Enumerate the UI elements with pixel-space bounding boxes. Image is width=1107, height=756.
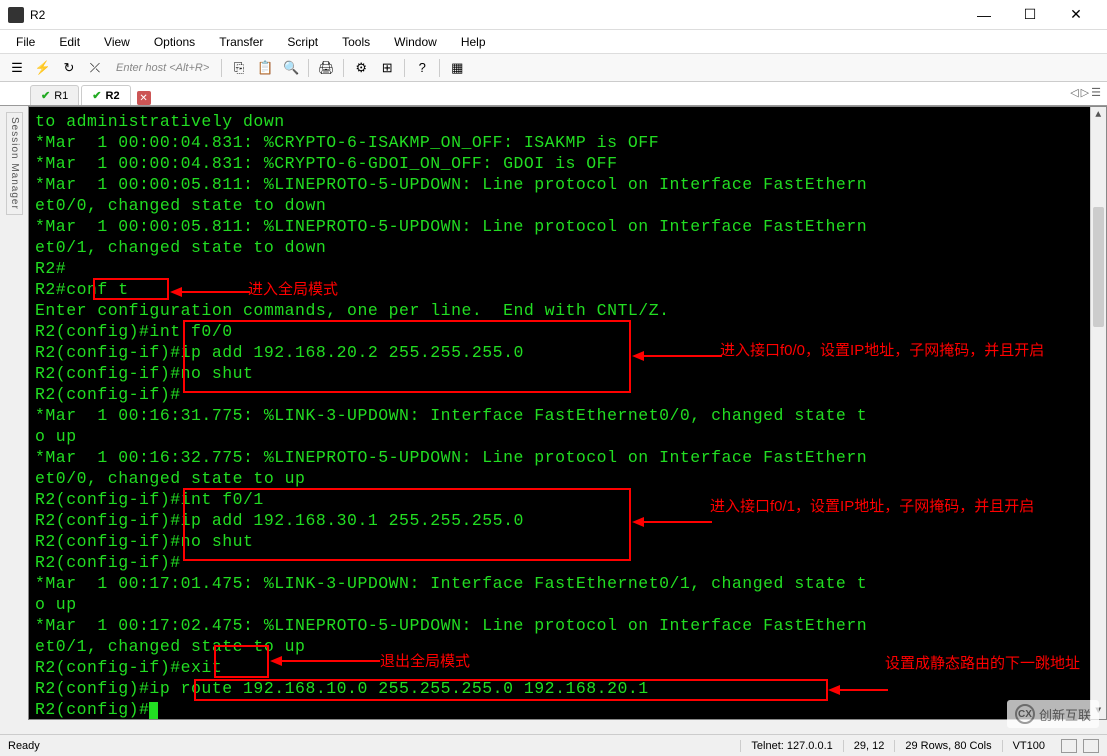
terminal-line: R2(config-if)#no shut	[35, 363, 1100, 384]
terminal-line: R2(config)#	[35, 699, 1100, 720]
maximize-button[interactable]: ☐	[1007, 0, 1053, 30]
terminal-line: R2(config-if)#no shut	[35, 531, 1100, 552]
app-icon	[8, 7, 24, 23]
check-icon: ✔	[41, 89, 50, 102]
tab-prev-icon[interactable]: ◁	[1070, 86, 1078, 99]
terminal-line: o up	[35, 594, 1100, 615]
terminal[interactable]: to administratively down*Mar 1 00:00:04.…	[28, 106, 1107, 720]
terminal-line: R2(config-if)#ip add 192.168.30.1 255.25…	[35, 510, 1100, 531]
terminal-line: R2#conf t	[35, 279, 1100, 300]
toolbar-separator	[221, 59, 222, 77]
window-controls: — ☐ ✕	[961, 0, 1099, 30]
status-num-indicator	[1083, 739, 1099, 753]
menu-script[interactable]: Script	[283, 33, 322, 51]
status-connection: Telnet: 127.0.0.1	[740, 740, 842, 752]
status-size: 29 Rows, 80 Cols	[894, 740, 1001, 752]
status-bar: Ready Telnet: 127.0.0.1 29, 12 29 Rows, …	[0, 734, 1107, 756]
print-icon[interactable]: 🖨	[315, 57, 337, 79]
watermark-text: 创新互联	[1039, 705, 1091, 724]
terminal-line: R2(config-if)#exit	[35, 657, 1100, 678]
status-cursor-pos: 29, 12	[843, 740, 895, 752]
tab-r2[interactable]: ✔ R2	[81, 85, 130, 105]
terminal-line: Enter configuration commands, one per li…	[35, 300, 1100, 321]
scroll-up-icon[interactable]: ▲	[1091, 107, 1106, 123]
find-icon[interactable]: 🔍	[280, 57, 302, 79]
menu-view[interactable]: View	[100, 33, 134, 51]
session-options-icon[interactable]: ⊞	[376, 57, 398, 79]
tab-label: R1	[54, 90, 68, 102]
toolbar-separator	[439, 59, 440, 77]
misc-icon[interactable]: ▦	[446, 57, 468, 79]
close-tab-button[interactable]: ✕	[137, 91, 151, 105]
quick-connect-icon[interactable]: ⚡	[32, 57, 54, 79]
disconnect-icon[interactable]: ⤫	[84, 57, 106, 79]
terminal-line: *Mar 1 00:00:04.831: %CRYPTO-6-GDOI_ON_O…	[35, 153, 1100, 174]
menu-bar: File Edit View Options Transfer Script T…	[0, 30, 1107, 54]
terminal-line: *Mar 1 00:17:02.475: %LINEPROTO-5-UPDOWN…	[35, 615, 1100, 636]
terminal-line: et0/0, changed state to up	[35, 468, 1100, 489]
menu-options[interactable]: Options	[150, 33, 199, 51]
menu-tools[interactable]: Tools	[338, 33, 374, 51]
reconnect-icon[interactable]: ↻	[58, 57, 80, 79]
help-icon[interactable]: ?	[411, 57, 433, 79]
toolbar: ☰ ⚡ ↻ ⤫ Enter host <Alt+R> ⎘ 📋 🔍 🖨 ⚙ ⊞ ?…	[0, 54, 1107, 82]
watermark-logo-icon: CX	[1015, 704, 1035, 724]
status-caps-indicator	[1061, 739, 1077, 753]
terminal-line: *Mar 1 00:00:05.811: %LINEPROTO-5-UPDOWN…	[35, 216, 1100, 237]
terminal-line: R2(config-if)#	[35, 552, 1100, 573]
terminal-line: o up	[35, 426, 1100, 447]
window-title: R2	[30, 8, 961, 22]
tab-r1[interactable]: ✔ R1	[30, 85, 79, 105]
terminal-line: R2(config)#int f0/0	[35, 321, 1100, 342]
terminal-cursor	[149, 702, 158, 719]
terminal-line: R2(config-if)#	[35, 384, 1100, 405]
tab-label: R2	[106, 90, 120, 102]
terminal-line: et0/1, changed state to down	[35, 237, 1100, 258]
terminal-line: et0/0, changed state to down	[35, 195, 1100, 216]
menu-edit[interactable]: Edit	[55, 33, 84, 51]
tab-list-icon[interactable]: ☰	[1091, 86, 1101, 99]
title-bar: R2 — ☐ ✕	[0, 0, 1107, 30]
menu-file[interactable]: File	[12, 33, 39, 51]
menu-help[interactable]: Help	[457, 33, 490, 51]
terminal-line: R2(config)#ip route 192.168.10.0 255.255…	[35, 678, 1100, 699]
status-term-type: VT100	[1002, 740, 1055, 752]
sidebar-session-manager[interactable]: Session Manager	[6, 112, 23, 215]
terminal-line: *Mar 1 00:00:05.811: %LINEPROTO-5-UPDOWN…	[35, 174, 1100, 195]
paste-icon[interactable]: 📋	[254, 57, 276, 79]
scrollbar[interactable]: ▲ ▼	[1090, 107, 1106, 719]
minimize-button[interactable]: —	[961, 0, 1007, 30]
status-ready: Ready	[8, 740, 740, 752]
terminal-line: *Mar 1 00:00:04.831: %CRYPTO-6-ISAKMP_ON…	[35, 132, 1100, 153]
tab-bar: ✔ R1 ✔ R2 ✕ ◁ ▷ ☰	[0, 82, 1107, 106]
copy-icon[interactable]: ⎘	[228, 57, 250, 79]
scroll-thumb[interactable]	[1093, 207, 1104, 327]
terminal-line: *Mar 1 00:17:01.475: %LINK-3-UPDOWN: Int…	[35, 573, 1100, 594]
tab-next-icon[interactable]: ▷	[1081, 86, 1089, 99]
terminal-line: to administratively down	[35, 111, 1100, 132]
close-button[interactable]: ✕	[1053, 0, 1099, 30]
menu-window[interactable]: Window	[390, 33, 441, 51]
terminal-line: R2#	[35, 258, 1100, 279]
terminal-line: *Mar 1 00:16:31.775: %LINK-3-UPDOWN: Int…	[35, 405, 1100, 426]
terminal-line: R2(config-if)#ip add 192.168.20.2 255.25…	[35, 342, 1100, 363]
terminal-line: et0/1, changed state to up	[35, 636, 1100, 657]
toolbar-separator	[404, 59, 405, 77]
check-icon: ✔	[92, 89, 101, 102]
terminal-line: *Mar 1 00:16:32.775: %LINEPROTO-5-UPDOWN…	[35, 447, 1100, 468]
tab-nav: ◁ ▷ ☰	[1070, 86, 1101, 99]
host-input[interactable]: Enter host <Alt+R>	[110, 62, 215, 74]
properties-icon[interactable]: ⚙	[350, 57, 372, 79]
terminal-line: R2(config-if)#int f0/1	[35, 489, 1100, 510]
session-manager-icon[interactable]: ☰	[6, 57, 28, 79]
toolbar-separator	[308, 59, 309, 77]
watermark: CX 创新互联	[1007, 700, 1099, 728]
menu-transfer[interactable]: Transfer	[215, 33, 267, 51]
toolbar-separator	[343, 59, 344, 77]
